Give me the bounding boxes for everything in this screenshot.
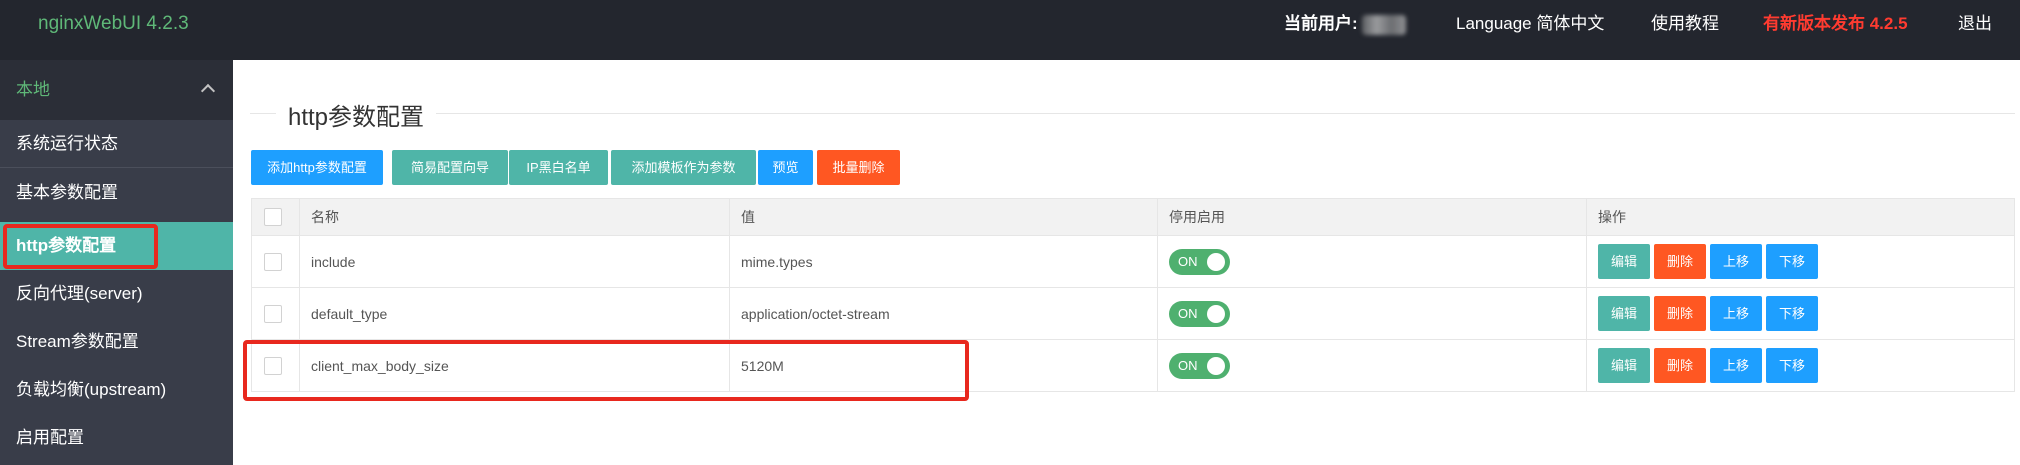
logout-link[interactable]: 退出 — [1958, 0, 1992, 47]
sidebar-item-label: 基本参数配置 — [16, 183, 118, 202]
move-up-button[interactable]: 上移 — [1710, 296, 1763, 331]
header-value: 值 — [729, 199, 1157, 235]
annotation-box-row — [243, 340, 969, 401]
help-link[interactable]: 使用教程 — [1651, 0, 1719, 47]
edit-button[interactable]: 编辑 — [1598, 348, 1651, 383]
enable-toggle[interactable]: ON — [1169, 300, 1230, 327]
enable-toggle[interactable]: ON — [1169, 352, 1230, 379]
add-template-button[interactable]: 添加模板作为参数 — [611, 150, 756, 185]
chevron-up-icon[interactable] — [200, 83, 216, 99]
move-down-button[interactable]: 下移 — [1766, 296, 1819, 331]
redacted-username — [1361, 14, 1406, 35]
toggle-knob — [1207, 252, 1225, 271]
sidebar-item-label: 系统运行状态 — [16, 134, 118, 153]
row-actions: 编辑 删除 上移 下移 — [1586, 340, 2015, 391]
edit-button[interactable]: 编辑 — [1598, 244, 1651, 279]
sidebar-item-reverse-proxy[interactable]: 反向代理(server) — [0, 270, 233, 318]
move-up-button[interactable]: 上移 — [1710, 244, 1763, 279]
current-user-label: 当前用户: — [1284, 14, 1358, 33]
table-row: include mime.types ON 编辑 删除 上移 下移 — [251, 236, 2015, 288]
add-http-param-button[interactable]: 添加http参数配置 — [251, 150, 383, 185]
language-selector[interactable]: Language 简体中文 — [1456, 0, 1604, 47]
title-divider — [250, 113, 2015, 114]
sidebar-item-system-status[interactable]: 系统运行状态 — [0, 120, 233, 168]
toggle-text: ON — [1178, 305, 1198, 321]
config-wizard-button[interactable]: 简易配置向导 — [392, 150, 508, 185]
sidebar-group-local[interactable]: 本地 — [0, 60, 233, 120]
sidebar-item-label: Stream参数配置 — [16, 332, 139, 351]
move-down-button[interactable]: 下移 — [1766, 244, 1819, 279]
sidebar-item-label: 反向代理(server) — [16, 284, 143, 303]
row-name: default_type — [299, 288, 729, 339]
toggle-knob — [1207, 304, 1225, 323]
app-logo[interactable]: nginxWebUI 4.2.3 — [38, 0, 189, 47]
row-name: include — [299, 236, 729, 287]
row-enable-cell: ON — [1157, 236, 1586, 287]
sidebar-item-label: 启用配置 — [16, 428, 84, 447]
row-checkbox[interactable] — [264, 304, 282, 323]
header-actions: 操作 — [1586, 199, 2015, 235]
sidebar-item-stream-params[interactable]: Stream参数配置 — [0, 318, 233, 366]
edit-button[interactable]: 编辑 — [1598, 296, 1651, 331]
delete-button[interactable]: 删除 — [1654, 296, 1707, 331]
sidebar-item-label: 负载均衡(upstream) — [16, 380, 167, 399]
row-checkbox[interactable] — [264, 252, 282, 271]
toggle-knob — [1207, 356, 1225, 375]
header-enable: 停用启用 — [1157, 199, 1586, 235]
row-enable-cell: ON — [1157, 288, 1586, 339]
preview-button[interactable]: 预览 — [758, 150, 813, 185]
select-all-checkbox[interactable] — [264, 208, 282, 226]
sidebar-item-basic-params[interactable]: 基本参数配置 — [0, 169, 233, 217]
new-version-link[interactable]: 有新版本发布 4.2.5 — [1763, 0, 1908, 47]
enable-toggle[interactable]: ON — [1169, 248, 1230, 275]
sidebar-group-label: 本地 — [16, 80, 50, 99]
table-row: default_type application/octet-stream ON… — [251, 288, 2015, 340]
toggle-text: ON — [1178, 357, 1198, 373]
delete-button[interactable]: 删除 — [1654, 348, 1707, 383]
sidebar-item-apply-config[interactable]: 启用配置 — [0, 414, 233, 462]
row-actions: 编辑 删除 上移 下移 — [1586, 236, 2015, 287]
ip-blacklist-button[interactable]: IP黑白名单 — [509, 150, 608, 185]
row-value: mime.types — [729, 236, 1157, 287]
row-value: application/octet-stream — [729, 288, 1157, 339]
header-checkbox-cell — [251, 199, 299, 235]
row-checkbox-cell — [251, 288, 299, 339]
toggle-text: ON — [1178, 253, 1198, 269]
sidebar-item-upstream[interactable]: 负载均衡(upstream) — [0, 366, 233, 414]
batch-delete-button[interactable]: 批量删除 — [817, 150, 900, 185]
top-header: nginxWebUI 4.2.3 当前用户: Language 简体中文 使用教… — [0, 0, 2020, 60]
annotation-box-sidebar — [3, 224, 158, 269]
page-title: http参数配置 — [276, 97, 437, 132]
row-actions: 编辑 删除 上移 下移 — [1586, 288, 2015, 339]
table-header: 名称 值 停用启用 操作 — [251, 199, 2015, 236]
header-name: 名称 — [299, 199, 729, 235]
move-up-button[interactable]: 上移 — [1710, 348, 1763, 383]
row-enable-cell: ON — [1157, 340, 1586, 391]
delete-button[interactable]: 删除 — [1654, 244, 1707, 279]
row-checkbox-cell — [251, 236, 299, 287]
move-down-button[interactable]: 下移 — [1766, 348, 1819, 383]
current-user: 当前用户: — [1284, 0, 1406, 47]
